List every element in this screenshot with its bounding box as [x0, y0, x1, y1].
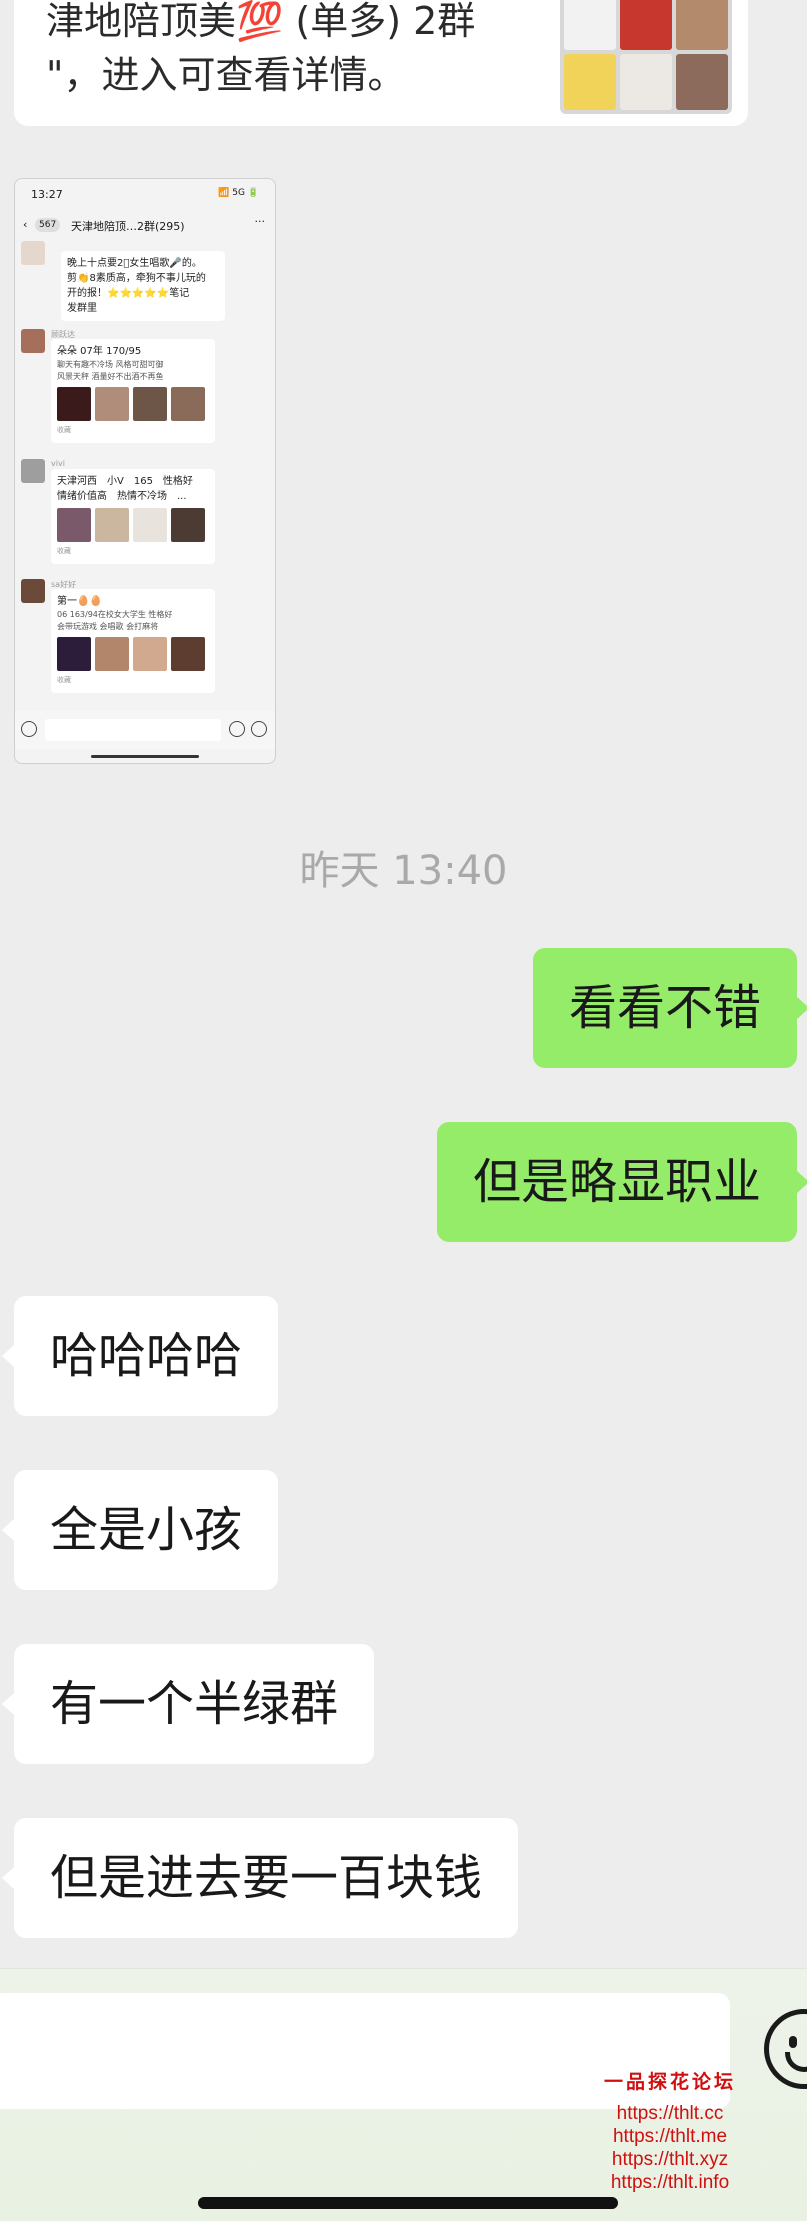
mini-fav-label: 收藏: [57, 426, 71, 434]
group-avatar-thumb: [620, 0, 672, 50]
mini-photo-row: [57, 637, 209, 671]
group-avatar-thumb: [564, 0, 616, 50]
mini-post-line: 06 163/94在校女大学生 性格好: [57, 610, 173, 619]
sent-message[interactable]: 看看不错: [532, 948, 807, 1068]
mini-post-line: 开的报！⭐⭐⭐⭐⭐笔记: [67, 288, 190, 299]
mini-photo: [57, 387, 91, 421]
watermark: 一品探花论坛 https://thlt.cc https://thlt.me h…: [590, 2067, 750, 2194]
watermark-title: 一品探花论坛: [603, 2071, 736, 2093]
mini-post-line: 会带玩游戏 会唱歌 会打麻将: [57, 622, 159, 631]
mini-unread-badge: 567: [35, 218, 61, 232]
group-avatar-grid: [560, 0, 732, 114]
group-avatar-thumb: [676, 54, 728, 110]
mini-photo: [133, 508, 167, 542]
mini-post-line: 风景天秤 酒量好不出酒不再鱼: [57, 372, 164, 381]
mini-input-bar: [15, 711, 275, 749]
mini-avatar: [21, 241, 45, 265]
mini-photo-row: [57, 508, 209, 542]
mini-input-field: [45, 719, 221, 741]
group-avatar-thumb: [620, 54, 672, 110]
mini-post-line: 发群里: [67, 303, 97, 314]
mini-status-bar: 13:27 📶 5G 🔋: [15, 179, 275, 209]
mini-post-line: 朵朵 07年 170/95: [57, 346, 142, 357]
mini-post-author: vivi: [51, 459, 65, 468]
mini-post-bubble: 第一🥚🥚 06 163/94在校女大学生 性格好 会带玩游戏 会唱歌 会打麻将 …: [51, 589, 215, 693]
mini-voice-icon: [21, 721, 37, 737]
mini-photo: [95, 637, 129, 671]
mini-photo: [171, 387, 205, 421]
mini-photo: [95, 387, 129, 421]
input-bar: 一品探花论坛 https://thlt.cc https://thlt.me h…: [0, 1968, 807, 2221]
mini-post-line: 天津河西 小V 165 性格好: [57, 476, 193, 487]
shared-card-description: "，进入可查看详情。: [46, 53, 406, 97]
mini-photo: [95, 508, 129, 542]
group-avatar-thumb: [564, 54, 616, 110]
mini-group-name: 天津地陪顶…2群(295): [71, 220, 185, 233]
mini-photo: [57, 637, 91, 671]
group-avatar-thumb: [676, 0, 728, 50]
received-message[interactable]: 哈哈哈哈: [1, 1296, 279, 1416]
shared-link-card[interactable]: 津地陪顶美💯 (单多) 2群 "，进入可查看详情。: [14, 0, 748, 126]
received-message[interactable]: 但是进去要一百块钱: [1, 1818, 519, 1938]
mini-chat-header: ‹ 567 天津地陪顶…2群(295) ···: [15, 211, 275, 241]
screenshot-image-message[interactable]: 13:27 📶 5G 🔋 ‹ 567 天津地陪顶…2群(295) ··· 晚上十…: [14, 178, 276, 764]
mini-photo: [133, 387, 167, 421]
watermark-link: https://thlt.info: [610, 2172, 730, 2193]
mini-post-bubble: 朵朵 07年 170/95 聊天有趣不冷场 风格可甜可御 风景天秤 酒量好不出酒…: [51, 339, 215, 443]
watermark-link: https://thlt.me: [612, 2126, 728, 2147]
smiley-mouth: [785, 2052, 807, 2072]
mini-post-line: 聊天有趣不冷场 风格可甜可御: [57, 360, 164, 369]
chat-timestamp: 昨天 13:40: [299, 848, 508, 894]
chat-page: 津地陪顶美💯 (单多) 2群 "，进入可查看详情。 13:27 📶 5G 🔋 ‹…: [0, 0, 807, 2221]
mini-post-line: 第一🥚🥚: [57, 596, 102, 607]
mini-post-line: 晚上十点要2⃣女生唱歌🎤的。: [67, 258, 202, 269]
received-message[interactable]: 全是小孩: [1, 1470, 279, 1590]
mini-home-indicator: [91, 755, 199, 758]
smiley-eye: [789, 2036, 797, 2048]
mini-photo-row: [57, 387, 209, 421]
mini-back-icon: ‹: [23, 218, 28, 231]
mini-status-time: 13:27: [31, 188, 63, 201]
sent-message[interactable]: 但是略显职业: [436, 1122, 807, 1242]
mini-post-bubble: 晚上十点要2⃣女生唱歌🎤的。 剪👏8素质高，牵狗不事儿玩的 开的报！⭐⭐⭐⭐⭐笔…: [61, 251, 225, 321]
received-message[interactable]: 有一个半绿群: [1, 1644, 375, 1764]
mini-fav-label: 收藏: [57, 547, 71, 555]
mini-plus-icon: [251, 721, 267, 737]
mini-photo: [171, 637, 205, 671]
mini-post-bubble: 天津河西 小V 165 性格好 情绪价值高 热情不冷场 ... 收藏: [51, 469, 215, 564]
mini-avatar: [21, 579, 45, 603]
watermark-link: https://thlt.xyz: [611, 2149, 729, 2170]
mini-avatar: [21, 329, 45, 353]
mini-post-line: 情绪价值高 热情不冷场 ...: [57, 491, 187, 502]
mini-avatar: [21, 459, 45, 483]
watermark-link: https://thlt.cc: [616, 2103, 724, 2124]
mini-post-line: 剪👏8素质高，牵狗不事儿玩的: [67, 273, 206, 284]
smiley-icon[interactable]: [764, 2009, 807, 2089]
shared-card-title: 津地陪顶美💯 (单多) 2群: [46, 0, 476, 43]
mini-photo: [133, 637, 167, 671]
mini-photo: [171, 508, 205, 542]
mini-more-icon: ···: [254, 215, 266, 228]
mini-photo: [57, 508, 91, 542]
home-indicator: [198, 2197, 618, 2209]
mini-fav-label: 收藏: [57, 676, 71, 684]
mini-signal-icons: 📶 5G 🔋: [218, 188, 259, 198]
mini-emoji-icon: [229, 721, 245, 737]
